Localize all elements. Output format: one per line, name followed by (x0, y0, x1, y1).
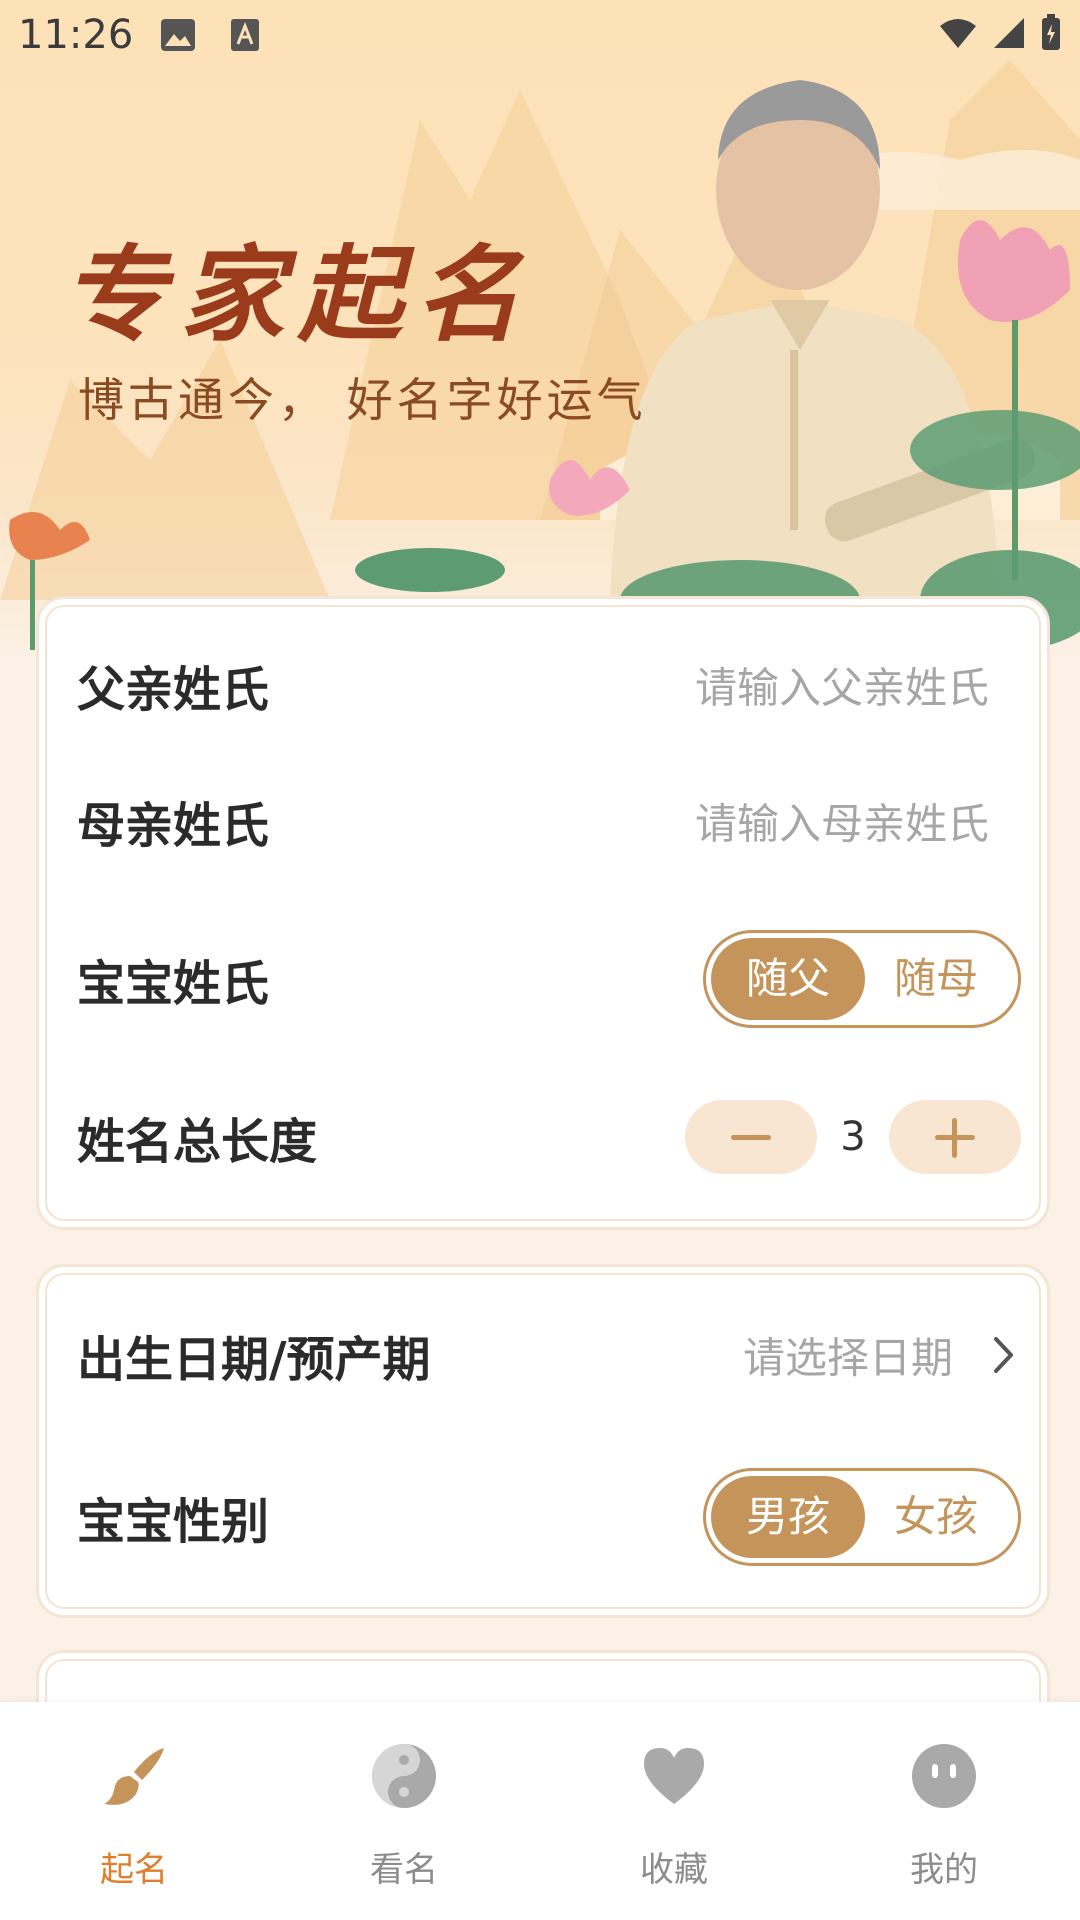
baby-surname-toggle: 随父 随母 (703, 930, 1021, 1028)
status-bar: 11:26 (0, 0, 1080, 70)
plus-icon-vertical (952, 1118, 957, 1158)
nav-label-view-names: 看名 (370, 1850, 438, 1890)
signal-icon (994, 18, 1024, 48)
parents-form-card: 父亲姓氏 请输入父亲姓氏 母亲姓氏 请输入母亲姓氏 宝宝姓氏 随父 随母 姓名总… (36, 596, 1050, 1230)
name-length-row: 姓名总长度 3 (39, 1077, 1047, 1197)
name-length-label: 姓名总长度 (77, 1114, 318, 1170)
nav-label-naming: 起名 (100, 1850, 168, 1890)
hero-banner: 专家起名 博古通今， 好名字好运气 (0, 0, 1080, 660)
bottom-navigation: 起名 看名 收藏 我的 (0, 1702, 1080, 1920)
baby-info-card: 出生日期/预产期 请选择日期 宝宝性别 男孩 女孩 (36, 1264, 1050, 1618)
minus-icon (731, 1135, 771, 1140)
chevron-right-icon (994, 1337, 1013, 1373)
nav-item-profile[interactable]: 我的 (844, 1742, 1044, 1892)
status-right-icons (938, 14, 1062, 52)
mother-surname-input[interactable]: 请输入母亲姓氏 (589, 791, 989, 852)
battery-icon (1042, 14, 1060, 50)
boy-option[interactable]: 男孩 (711, 1476, 865, 1558)
baby-gender-row: 宝宝性别 男孩 女孩 (39, 1457, 1047, 1577)
baby-gender-toggle: 男孩 女孩 (703, 1468, 1021, 1566)
father-surname-row: 父亲姓氏 请输入父亲姓氏 (39, 625, 1047, 745)
nav-item-naming[interactable]: 起名 (34, 1742, 234, 1892)
nav-label-favorites: 收藏 (640, 1850, 708, 1890)
yin-yang-icon (372, 1744, 436, 1808)
father-surname-label: 父亲姓氏 (77, 662, 270, 718)
birth-date-label: 出生日期/预产期 (77, 1332, 431, 1388)
hero-title: 专家起名 (62, 233, 535, 356)
mother-surname-row: 母亲姓氏 请输入母亲姓氏 (39, 761, 1047, 881)
heart-icon (644, 1748, 704, 1804)
girl-option[interactable]: 女孩 (859, 1476, 1013, 1558)
father-surname-input[interactable]: 请输入父亲姓氏 (589, 655, 989, 716)
name-length-value: 3 (840, 1114, 866, 1160)
baby-surname-row: 宝宝姓氏 随父 随母 (39, 919, 1047, 1039)
baby-gender-label: 宝宝性别 (77, 1494, 270, 1550)
hero-subtitle: 博古通今， 好名字好运气 (78, 373, 647, 427)
face-icon (912, 1744, 976, 1808)
birth-date-picker[interactable]: 请选择日期 (743, 1325, 953, 1386)
status-time: 11:26 (18, 12, 134, 58)
baby-surname-label: 宝宝姓氏 (77, 956, 270, 1012)
font-notification-icon (231, 19, 259, 51)
brush-icon (104, 1748, 164, 1805)
decrease-button[interactable] (685, 1100, 817, 1174)
birth-date-row[interactable]: 出生日期/预产期 请选择日期 (39, 1295, 1047, 1415)
name-length-stepper: 3 (685, 1100, 1021, 1174)
nav-item-favorites[interactable]: 收藏 (574, 1742, 774, 1892)
follow-father-option[interactable]: 随父 (711, 938, 865, 1020)
increase-button[interactable] (889, 1100, 1021, 1174)
nav-label-profile: 我的 (910, 1850, 978, 1890)
mother-surname-label: 母亲姓氏 (77, 798, 270, 854)
wifi-icon (940, 19, 976, 48)
nav-item-view-names[interactable]: 看名 (304, 1742, 504, 1892)
follow-mother-option[interactable]: 随母 (859, 938, 1013, 1020)
image-notification-icon (161, 19, 195, 51)
